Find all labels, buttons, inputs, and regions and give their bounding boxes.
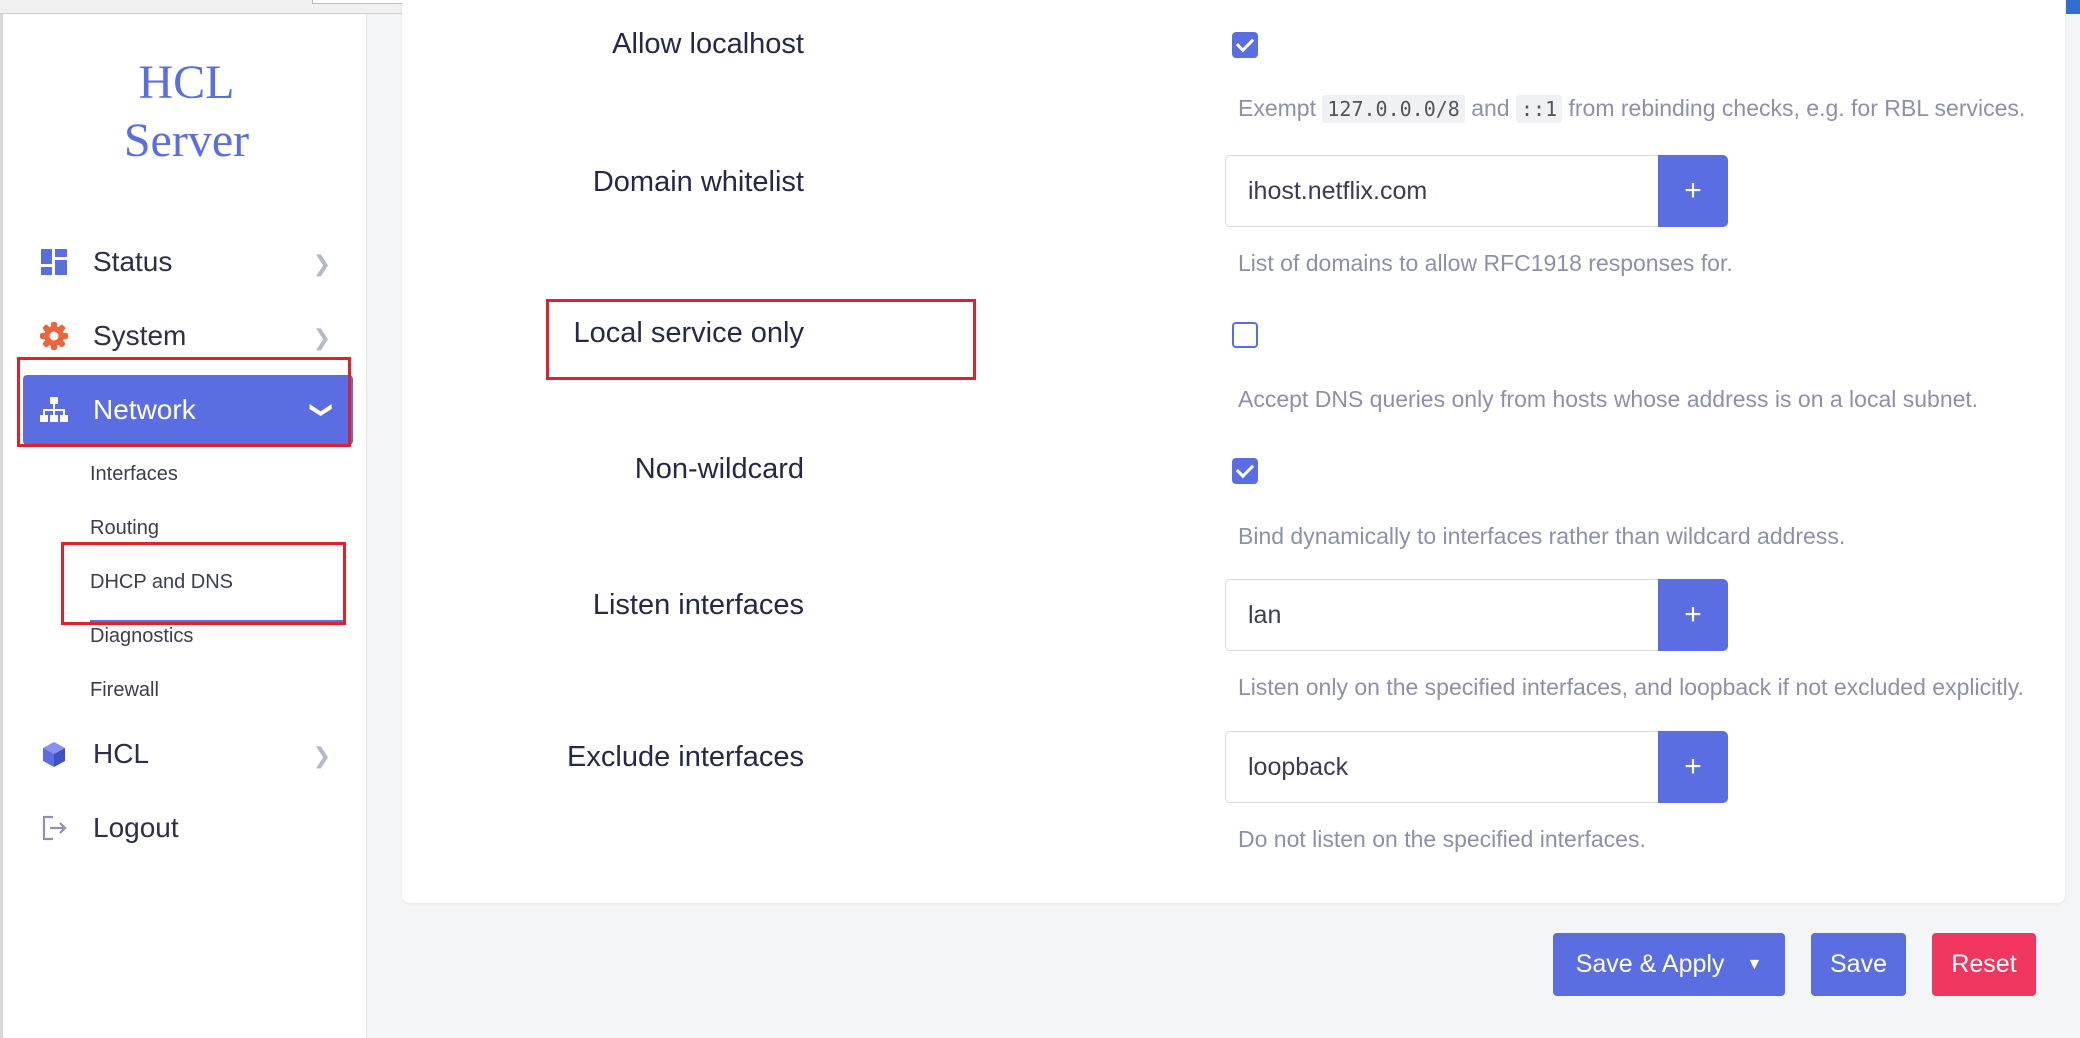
sidebar-subitem-firewall[interactable]: Firewall (90, 679, 159, 702)
gear-icon (39, 321, 69, 351)
sidebar-item-label: System (93, 320, 187, 351)
sidebar-subitem-dhcp-dns[interactable]: DHCP and DNS (90, 571, 233, 594)
listen-interfaces-input[interactable]: lan (1225, 579, 1658, 651)
local-service-only-checkbox[interactable] (1232, 322, 1258, 348)
active-subitem-indicator (90, 620, 343, 623)
local-service-only-label: Local service only (573, 317, 805, 349)
add-exclude-interface-button[interactable]: + (1658, 731, 1728, 803)
desc-text: Exempt (1238, 95, 1316, 121)
exclude-interfaces-field: loopback + (1225, 731, 1728, 803)
brand-logo[interactable]: HCL Server (3, 54, 370, 170)
sidebar-subitem-diagnostics[interactable]: Diagnostics (90, 625, 193, 648)
domain-whitelist-input[interactable]: ihost.netflix.com (1225, 155, 1658, 227)
sidebar-item-label: Status (93, 246, 173, 277)
settings-card: Allow localhost Exempt 127.0.0.0/8 and :… (402, 0, 2065, 903)
exclude-interfaces-input[interactable]: loopback (1225, 731, 1658, 803)
local-service-only-description: Accept DNS queries only from hosts whose… (1238, 386, 1979, 412)
add-listen-interface-button[interactable]: + (1658, 579, 1728, 651)
non-wildcard-label: Non-wildcard (634, 453, 804, 485)
dashboard-icon (39, 247, 69, 277)
non-wildcard-description: Bind dynamically to interfaces rather th… (1238, 523, 1846, 549)
sidebar-item-network[interactable]: Network ❯ (23, 375, 353, 445)
desc-text: and (1471, 95, 1510, 121)
sitemap-icon (39, 395, 69, 425)
domain-whitelist-label: Domain whitelist (592, 166, 804, 198)
code-snippet: ::1 (1515, 95, 1563, 123)
sidebar-item-label: Logout (93, 812, 179, 843)
chevron-right-icon: ❯ (312, 325, 331, 350)
window-corner (2066, 0, 2080, 14)
sidebar: HCL Server Status ❯ System ❯ Network ❯ I… (0, 14, 367, 1038)
listen-interfaces-field: lan + (1225, 579, 1728, 651)
dropdown-caret-icon[interactable]: ▼ (1746, 956, 1762, 974)
non-wildcard-checkbox[interactable] (1232, 458, 1258, 484)
save-apply-button[interactable]: Save & Apply ▼ (1553, 933, 1785, 996)
chevron-right-icon: ❯ (312, 251, 331, 276)
brand-line-2: Server (123, 114, 250, 167)
sidebar-item-hcl[interactable]: HCL ❯ (23, 719, 353, 789)
code-snippet: 127.0.0.0/8 (1322, 95, 1465, 123)
save-button[interactable]: Save (1811, 933, 1906, 996)
chevron-right-icon: ❯ (312, 743, 331, 768)
logout-icon (39, 813, 69, 843)
exclude-interfaces-description: Do not listen on the specified interface… (1238, 826, 1646, 852)
add-domain-button[interactable]: + (1658, 155, 1728, 227)
domain-whitelist-description: List of domains to allow RFC1918 respons… (1238, 250, 1733, 276)
exclude-interfaces-label: Exclude interfaces (567, 741, 804, 773)
brand-line-1: HCL (138, 56, 235, 109)
sidebar-subitem-routing[interactable]: Routing (90, 517, 159, 540)
sidebar-item-label: Network (93, 394, 196, 425)
chevron-down-icon: ❯ (309, 400, 335, 420)
allow-localhost-checkbox[interactable] (1232, 32, 1258, 58)
sidebar-item-system[interactable]: System ❯ (23, 301, 353, 371)
sidebar-item-status[interactable]: Status ❯ (23, 227, 353, 297)
sidebar-item-label: HCL (93, 738, 150, 769)
cube-icon (39, 739, 69, 769)
reset-button[interactable]: Reset (1932, 933, 2036, 996)
allow-localhost-description: Exempt 127.0.0.0/8 and ::1 from rebindin… (1238, 95, 2026, 123)
listen-interfaces-label: Listen interfaces (592, 589, 804, 621)
save-apply-label: Save & Apply (1575, 950, 1725, 978)
desc-text: from rebinding checks, e.g. for RBL serv… (1568, 95, 2026, 121)
listen-interfaces-description: Listen only on the specified interfaces,… (1238, 674, 2024, 700)
sidebar-item-logout[interactable]: Logout (23, 793, 353, 863)
domain-whitelist-field: ihost.netflix.com + (1225, 155, 1728, 227)
sidebar-subitem-interfaces[interactable]: Interfaces (90, 463, 178, 486)
allow-localhost-label: Allow localhost (612, 28, 804, 60)
